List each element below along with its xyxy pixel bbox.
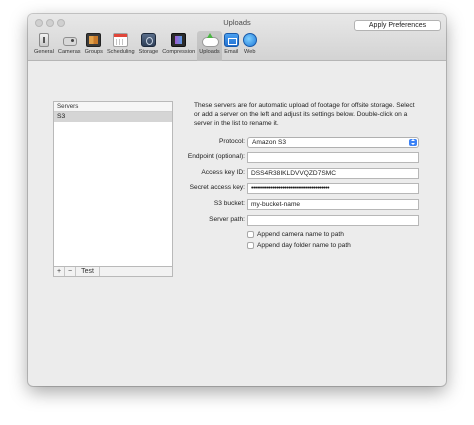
web-icon: [242, 33, 257, 47]
list-item[interactable]: S3: [54, 112, 172, 122]
tab-compression[interactable]: Compression: [160, 31, 197, 61]
tab-label: Scheduling: [106, 49, 135, 55]
protocol-value: Amazon S3: [252, 139, 287, 146]
append-camera-checkbox-row[interactable]: Append camera name to path: [247, 229, 344, 239]
tab-label: Email: [224, 49, 239, 55]
preferences-window: Uploads Apply Preferences General Camera…: [28, 14, 446, 386]
tab-label: Compression: [162, 49, 196, 55]
bucket-field[interactable]: my-bucket-name: [247, 199, 419, 210]
tab-web[interactable]: Web: [241, 31, 259, 61]
tab-uploads[interactable]: Uploads: [197, 31, 222, 61]
secret-key-field[interactable]: ••••••••••••••••••••••••••••••••••••••••: [247, 183, 419, 194]
uploads-pane: Servers S3 + − Test These servers are fo…: [28, 62, 446, 386]
server-path-label: Server path:: [209, 216, 245, 223]
append-day-label: Append day folder name to path: [257, 241, 351, 249]
servers-list-header: Servers: [54, 102, 172, 112]
access-key-field[interactable]: DSS4R38IKLDVVQZD7SMC: [247, 168, 419, 179]
tab-label: Web: [244, 49, 256, 55]
bucket-label: S3 bucket:: [213, 200, 245, 207]
tab-label: General: [34, 49, 54, 55]
server-path-field[interactable]: [247, 215, 419, 226]
upload-cloud-icon: [201, 33, 219, 47]
servers-list-footer: + − Test: [53, 267, 173, 277]
tab-label: Uploads: [199, 49, 220, 55]
general-icon: [38, 33, 49, 47]
append-day-checkbox[interactable]: [247, 241, 254, 249]
append-day-checkbox-row[interactable]: Append day folder name to path: [247, 240, 351, 250]
tab-scheduling[interactable]: Scheduling: [105, 31, 137, 61]
tab-email[interactable]: Email: [222, 31, 241, 61]
tab-groups[interactable]: Groups: [83, 31, 105, 61]
calendar-icon: [113, 33, 129, 47]
bucket-row: S3 bucket: my-bucket-name: [128, 199, 420, 210]
tab-label: Cameras: [57, 49, 81, 55]
groups-icon: [86, 33, 102, 47]
endpoint-row: Endpoint (optional):: [128, 152, 420, 163]
tab-label: Groups: [84, 49, 103, 55]
append-camera-label: Append camera name to path: [257, 230, 344, 238]
test-server-button[interactable]: Test: [76, 267, 100, 276]
secret-key-label: Secret access key:: [189, 184, 245, 191]
apply-preferences-button[interactable]: Apply Preferences: [354, 20, 441, 31]
uploads-description: These servers are for automatic upload o…: [194, 102, 415, 127]
tab-general[interactable]: General: [32, 31, 56, 61]
storage-icon: [140, 33, 156, 47]
email-icon: [223, 33, 239, 47]
tab-storage[interactable]: Storage: [137, 31, 161, 61]
tab-cameras[interactable]: Cameras: [56, 31, 83, 61]
add-server-button[interactable]: +: [54, 267, 65, 276]
camera-icon: [62, 33, 77, 47]
titlebar: Uploads Apply Preferences General Camera…: [28, 14, 446, 61]
server-path-row: Server path:: [128, 215, 420, 226]
endpoint-field[interactable]: [247, 152, 419, 163]
access-key-label: Access key ID:: [201, 169, 245, 176]
remove-server-button[interactable]: −: [65, 267, 76, 276]
protocol-row: Protocol: Amazon S3: [128, 137, 420, 148]
select-arrows-icon: [409, 139, 417, 146]
append-camera-checkbox[interactable]: [247, 230, 254, 238]
protocol-select[interactable]: Amazon S3: [247, 137, 419, 148]
preferences-toolbar: General Cameras Groups Scheduling Storag…: [32, 31, 259, 61]
protocol-label: Protocol:: [218, 138, 245, 145]
secret-key-row: Secret access key: •••••••••••••••••••••…: [128, 183, 420, 194]
compression-icon: [171, 33, 187, 47]
tab-label: Storage: [138, 49, 159, 55]
access-key-row: Access key ID: DSS4R38IKLDVVQZD7SMC: [128, 168, 420, 179]
endpoint-label: Endpoint (optional):: [187, 153, 245, 160]
